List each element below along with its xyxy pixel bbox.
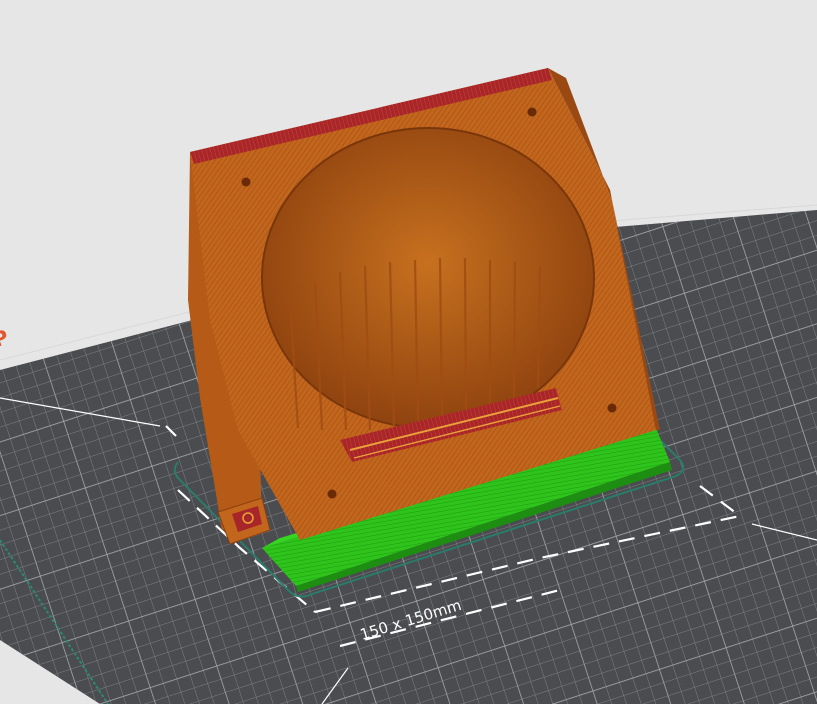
fan-opening [262, 128, 594, 428]
3d-viewport[interactable]: 150 x 150mm P [0, 0, 817, 704]
mount-hole [241, 177, 251, 187]
bed-brand-text: P [0, 324, 12, 352]
mount-hole [327, 489, 337, 499]
mount-hole [607, 403, 617, 413]
mount-hole [527, 107, 537, 117]
